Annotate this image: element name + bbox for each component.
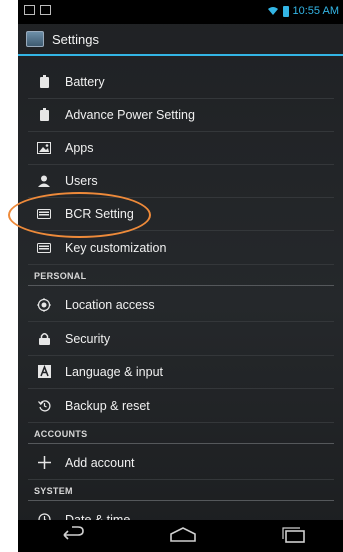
language-icon	[37, 365, 51, 379]
section-title: SYSTEM	[34, 486, 73, 496]
settings-item-label: Battery	[65, 74, 105, 89]
apps-icon	[37, 141, 51, 155]
settings-item-label: Location access	[65, 297, 155, 312]
settings-item-advance-power[interactable]: Advance Power Setting	[28, 98, 334, 132]
location-icon	[37, 297, 51, 312]
backup-reset-icon	[37, 399, 51, 413]
settings-item-label: Apps	[65, 140, 94, 155]
status-bar: 10:55 AM	[18, 0, 343, 24]
settings-item-label: Backup & reset	[65, 398, 150, 413]
settings-item-label: Advance Power Setting	[65, 107, 195, 122]
device-screen: 10:55 AM Settings Battery Advance Power …	[18, 0, 343, 552]
settings-item-location[interactable]: Location access	[28, 288, 334, 322]
settings-item-backup[interactable]: Backup & reset	[28, 389, 334, 423]
debug-notification-icon	[40, 5, 51, 15]
action-bar: Settings	[18, 24, 343, 56]
settings-app-icon[interactable]	[26, 31, 44, 47]
battery-icon	[37, 75, 51, 89]
home-icon[interactable]	[169, 526, 197, 544]
keyboard-icon	[37, 241, 51, 255]
settings-item-label: Add account	[65, 455, 135, 470]
annotation-circle	[8, 192, 151, 238]
section-header-system: SYSTEM	[28, 481, 334, 501]
section-header-personal: PERSONAL	[28, 266, 334, 286]
battery-icon	[37, 108, 51, 122]
section-title: PERSONAL	[34, 271, 87, 281]
recent-apps-icon[interactable]	[280, 526, 308, 544]
settings-item-battery[interactable]: Battery	[28, 65, 334, 99]
back-icon[interactable]	[58, 526, 86, 544]
add-icon	[37, 456, 51, 470]
wifi-icon	[267, 7, 278, 15]
settings-item-add-account[interactable]: Add account	[28, 446, 334, 480]
settings-item-label: Language & input	[65, 364, 164, 379]
users-icon	[37, 174, 51, 188]
settings-item-label: Users	[65, 173, 98, 188]
page-title: Settings	[52, 31, 99, 47]
lock-icon	[37, 332, 51, 346]
settings-item-security[interactable]: Security	[28, 322, 334, 356]
screenshot-notification-icon	[24, 5, 35, 15]
settings-item-apps[interactable]: Apps	[28, 131, 334, 165]
navigation-bar	[18, 520, 343, 552]
section-header-accounts: ACCOUNTS	[28, 424, 334, 444]
section-title: ACCOUNTS	[34, 429, 88, 439]
settings-item-label: Security	[65, 331, 111, 346]
settings-item-label: Key customization	[65, 240, 167, 255]
settings-item-language[interactable]: Language & input	[28, 355, 334, 389]
battery-status-icon	[282, 5, 289, 17]
clock: 10:55 AM	[292, 5, 339, 17]
